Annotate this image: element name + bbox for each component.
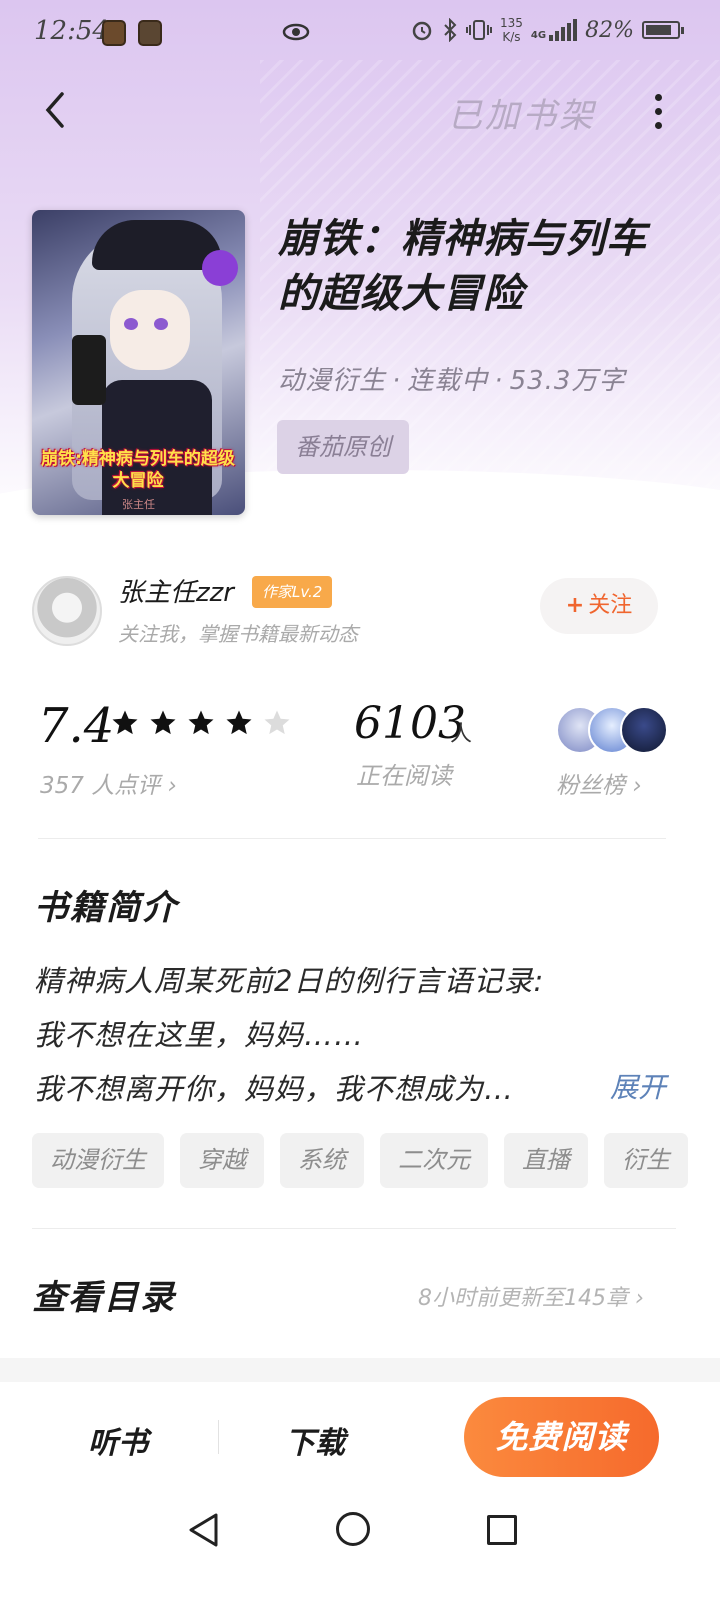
added-to-shelf-label[interactable]: 已加书架 [448, 88, 596, 137]
nav-recent-icon[interactable] [487, 1515, 517, 1545]
fan-ranking-link[interactable]: 粉丝榜 › [556, 766, 642, 800]
follow-label: 关注 [588, 593, 633, 618]
system-nav-bar [0, 1492, 720, 1600]
catalog-title[interactable]: 查看目录 [32, 1270, 176, 1319]
cover-author: 张主任 [122, 498, 155, 511]
expand-link[interactable]: 展开 [610, 1066, 666, 1106]
alarm-icon [412, 21, 432, 41]
section-gap [0, 1358, 720, 1382]
battery-icon [642, 21, 684, 39]
book-cover[interactable]: 崩铁:精神病与列车的超级大冒险 张主任 [32, 210, 245, 515]
star-filled-icon [226, 710, 252, 735]
tag-chip[interactable]: 动漫衍生 [32, 1133, 164, 1188]
author-level-badge: 作家Lv.2 [252, 576, 333, 608]
dot [654, 121, 662, 129]
back-button[interactable] [30, 85, 80, 135]
dot [654, 107, 662, 115]
readers-label: 正在阅读 [356, 762, 452, 790]
nav-home-icon[interactable] [336, 1512, 370, 1546]
author-avatar[interactable] [32, 576, 102, 646]
reviews-link[interactable]: 357 人点评 › [40, 766, 177, 800]
tag-chip[interactable]: 直播 [504, 1133, 588, 1188]
tag-chip[interactable]: 衍生 [604, 1133, 688, 1188]
chevron-right-icon: › [632, 773, 642, 799]
app-icon-1 [102, 20, 126, 46]
status-icons: 135 K/s 4G 82% [410, 16, 684, 44]
chevron-right-icon: › [167, 773, 177, 799]
divider [218, 1420, 219, 1454]
signal-icon: 4G [531, 19, 578, 41]
intro-line: 我不想离开你，妈妈，我不想成为… [34, 1072, 515, 1106]
star-filled-icon [188, 710, 214, 735]
chevron-right-icon: › [635, 1286, 644, 1311]
plus-icon: + [565, 593, 585, 618]
rating-stars [110, 708, 292, 738]
intro-line: 我不想在这里，妈妈…… [34, 1018, 365, 1052]
book-status: 连载中 [407, 366, 489, 396]
rating-score: 7.4 [38, 698, 115, 754]
author-subtitle: 关注我，掌握书籍最新动态 [118, 622, 358, 646]
download-button[interactable]: 下载 [285, 1418, 345, 1462]
book-title: 崩铁：精神病与列车的超级大冒险 [278, 216, 647, 317]
dot [654, 93, 662, 101]
net-speed: 135 K/s [500, 16, 523, 44]
fan-avatars[interactable] [556, 706, 668, 754]
bluetooth-icon [444, 18, 457, 42]
status-time: 12:54 [34, 16, 109, 46]
intro-title: 书籍简介 [34, 888, 178, 928]
divider [38, 838, 666, 839]
star-filled-icon [112, 710, 138, 735]
tag-chip[interactable]: 系统 [280, 1133, 364, 1188]
star-empty-icon [264, 710, 290, 735]
book-word-count: 53.3万字 [509, 366, 626, 396]
book-tag[interactable]: 番茄原创 [277, 420, 409, 474]
status-bar: 12:54 135 K/s 4G 82% [0, 0, 720, 70]
readers-unit: 人 [450, 722, 473, 747]
nav-back-icon[interactable] [186, 1512, 222, 1548]
tag-list: 动漫衍生 穿越 系统 二次元 直播 衍生 [32, 1133, 688, 1188]
more-options-button[interactable] [640, 86, 676, 136]
cover-title: 崩铁:精神病与列车的超级大冒险 [41, 449, 235, 491]
book-genre: 动漫衍生 [278, 366, 387, 396]
tag-chip[interactable]: 二次元 [380, 1133, 488, 1188]
listen-button[interactable]: 听书 [88, 1418, 148, 1462]
catalog-update-link[interactable]: 8小时前更新至145章 › [418, 1280, 644, 1312]
eye-icon [282, 20, 310, 48]
battery-percent: 82% [585, 17, 634, 43]
fan-avatar [620, 706, 668, 754]
divider [32, 1228, 676, 1229]
free-read-button[interactable]: 免费阅读 [464, 1397, 659, 1477]
intro-line: 精神病人周某死前2日的例行言语记录: [34, 964, 545, 998]
tag-chip[interactable]: 穿越 [180, 1133, 264, 1188]
chevron-left-icon [45, 92, 64, 128]
battery-fill [646, 25, 671, 35]
author-name[interactable]: 张主任zzr [118, 572, 234, 609]
app-icon-2 [138, 20, 162, 46]
follow-button[interactable]: + 关注 [540, 578, 658, 634]
book-meta: 动漫衍生 · 连载中 · 53.3万字 [278, 366, 626, 396]
star-filled-icon [150, 710, 176, 735]
vibrate-icon [466, 20, 493, 40]
